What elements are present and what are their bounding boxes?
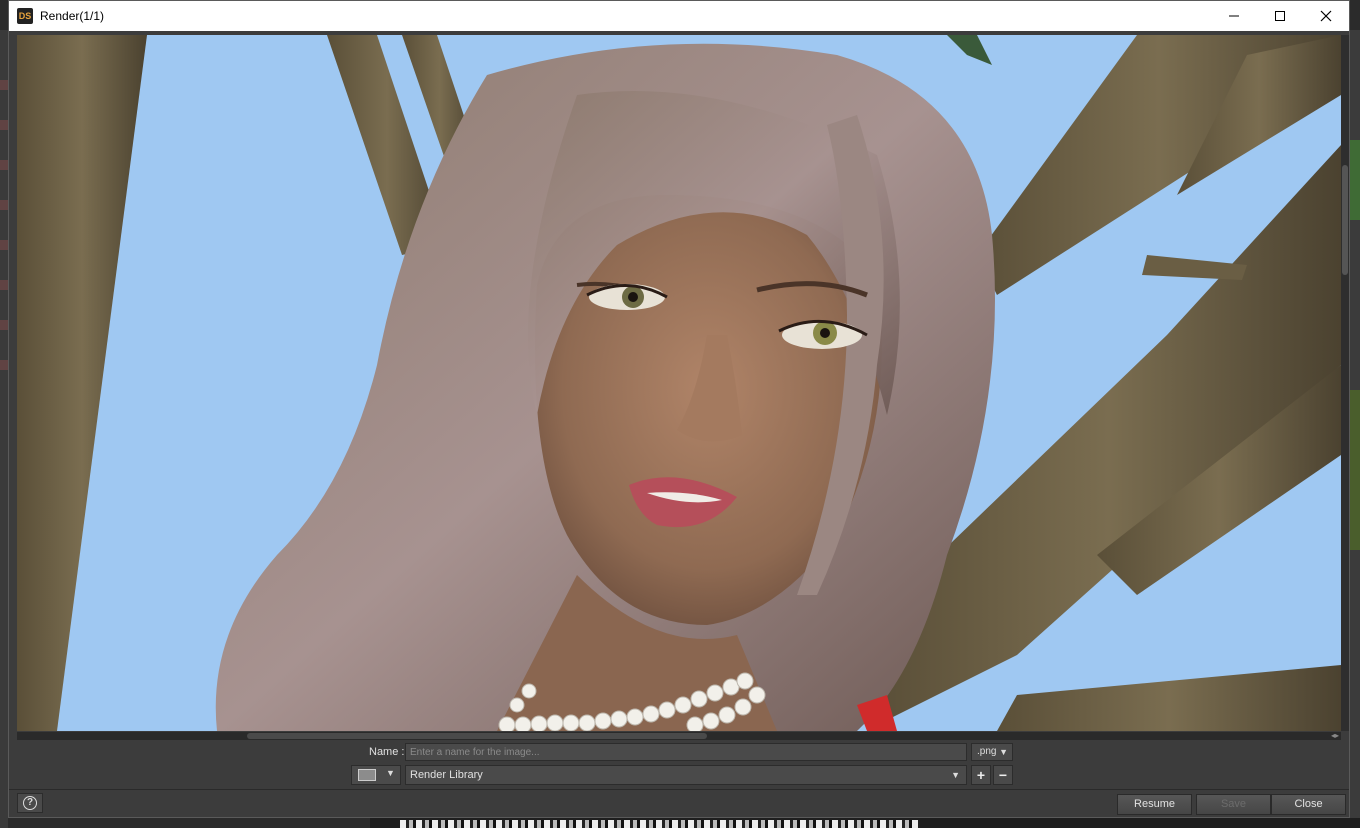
file-extension-value: .png: [977, 746, 997, 757]
minimize-button[interactable]: [1211, 1, 1257, 31]
remove-library-button[interactable]: −: [993, 765, 1013, 785]
maximize-button[interactable]: [1257, 1, 1303, 31]
name-row: Name : .png ▼: [9, 742, 1349, 764]
add-library-button[interactable]: +: [971, 765, 991, 785]
save-button[interactable]: Save: [1196, 794, 1271, 815]
footer-divider: [9, 789, 1349, 790]
close-window-button[interactable]: [1303, 1, 1349, 31]
help-icon: ?: [23, 796, 37, 810]
name-label: Name :: [369, 746, 405, 758]
vertical-scrollbar[interactable]: [1341, 35, 1349, 731]
resume-button[interactable]: Resume: [1117, 794, 1192, 815]
background-app-bottom-edge: [370, 818, 1360, 828]
library-image-button[interactable]: ▼: [351, 765, 401, 785]
render-viewport[interactable]: [17, 35, 1341, 731]
chevron-down-icon: ▼: [999, 747, 1008, 757]
image-library-icon: [358, 769, 376, 781]
horizontal-scrollbar[interactable]: ◂▸: [17, 732, 1341, 740]
plus-icon: +: [976, 767, 986, 783]
background-app-left-edge: [0, 30, 8, 828]
library-select-value: Render Library: [410, 769, 483, 781]
library-select[interactable]: Render Library ▼: [405, 765, 967, 785]
title-bar[interactable]: DS Render(1/1): [9, 1, 1349, 31]
minus-icon: −: [998, 767, 1008, 783]
file-extension-select[interactable]: .png ▼: [971, 743, 1013, 761]
maximize-icon: [1275, 11, 1285, 21]
render-window: DS Render(1/1) ◂▸ Name: Enter a name fo…: [8, 0, 1350, 818]
chevron-down-icon: ▼: [386, 768, 395, 778]
help-button[interactable]: ?: [17, 793, 43, 813]
chevron-down-icon: ▼: [951, 770, 960, 780]
daz-studio-icon: DS: [17, 8, 33, 24]
image-name-input[interactable]: [405, 743, 967, 761]
close-icon: [1320, 10, 1332, 22]
window-title: Render(1/1): [40, 9, 105, 23]
rendered-image: [17, 35, 1341, 731]
close-button[interactable]: Close: [1271, 794, 1346, 815]
minimize-icon: [1229, 15, 1239, 17]
background-app-right-edge: [1350, 30, 1360, 828]
library-row: ▼ Render Library ▼ + −: [9, 765, 1349, 787]
